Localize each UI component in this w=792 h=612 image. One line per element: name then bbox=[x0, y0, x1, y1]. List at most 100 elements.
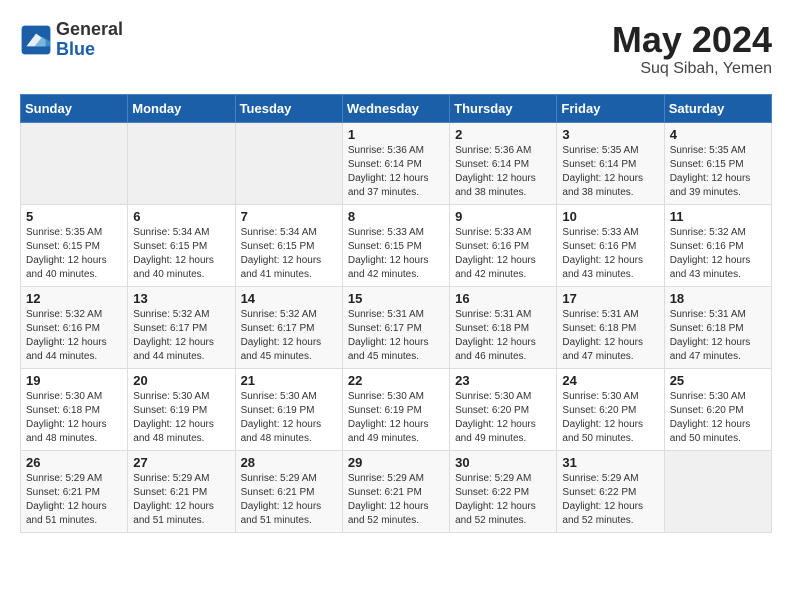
calendar-cell: 26Sunrise: 5:29 AMSunset: 6:21 PMDayligh… bbox=[21, 450, 128, 532]
day-number: 1 bbox=[348, 127, 444, 142]
calendar-cell: 11Sunrise: 5:32 AMSunset: 6:16 PMDayligh… bbox=[664, 204, 771, 286]
calendar-cell: 1 Sunrise: 5:36 AMSunset: 6:14 PMDaylight… bbox=[342, 122, 449, 204]
day-info: Sunrise: 5:35 AMSunset: 6:15 PMDaylight:… bbox=[26, 226, 122, 282]
day-number: 20 bbox=[133, 373, 229, 388]
calendar-cell: 13Sunrise: 5:32 AMSunset: 6:17 PMDayligh… bbox=[128, 286, 235, 368]
calendar-cell: 21Sunrise: 5:30 AMSunset: 6:19 PMDayligh… bbox=[235, 368, 342, 450]
calendar-cell: 28Sunrise: 5:29 AMSunset: 6:21 PMDayligh… bbox=[235, 450, 342, 532]
calendar-cell: 27 Sunrise: 5:29 AMSunset: 6:21 PMDayligh… bbox=[128, 450, 235, 532]
day-number: 9 bbox=[455, 209, 551, 224]
day-number: 31 bbox=[562, 455, 658, 470]
day-info: Sunrise: 5:32 AMSunset: 6:16 PMDaylight:… bbox=[670, 226, 766, 282]
calendar-cell bbox=[235, 122, 342, 204]
calendar-cell: 24 Sunrise: 5:30 AMSunset: 6:20 PMDayligh… bbox=[557, 368, 664, 450]
calendar-cell: 16 Sunrise: 5:31 AMSunset: 6:18 PMDayligh… bbox=[450, 286, 557, 368]
calendar-cell: 31 Sunrise: 5:29 AMSunset: 6:22 PMDayligh… bbox=[557, 450, 664, 532]
day-number: 27 bbox=[133, 455, 229, 470]
calendar-cell: 3Sunrise: 5:35 AMSunset: 6:14 PMDaylight… bbox=[557, 122, 664, 204]
day-number: 18 bbox=[670, 291, 766, 306]
day-number: 6 bbox=[133, 209, 229, 224]
day-number: 29 bbox=[348, 455, 444, 470]
calendar-cell: 25 Sunrise: 5:30 AMSunset: 6:20 PMDayligh… bbox=[664, 368, 771, 450]
calendar-cell: 14Sunrise: 5:32 AMSunset: 6:17 PMDayligh… bbox=[235, 286, 342, 368]
weekday-header-friday: Friday bbox=[557, 94, 664, 122]
day-info: Sunrise: 5:30 AMSunset: 6:20 PMDaylight:… bbox=[455, 390, 551, 446]
calendar-cell: 19Sunrise: 5:30 AMSunset: 6:18 PMDayligh… bbox=[21, 368, 128, 450]
day-info: Sunrise: 5:30 AMSunset: 6:19 PMDaylight:… bbox=[133, 390, 229, 446]
calendar-cell: 20 Sunrise: 5:30 AMSunset: 6:19 PMDayligh… bbox=[128, 368, 235, 450]
calendar-cell: 4 Sunrise: 5:35 AMSunset: 6:15 PMDaylight… bbox=[664, 122, 771, 204]
calendar-week-row: 5 Sunrise: 5:35 AMSunset: 6:15 PMDaylight… bbox=[21, 204, 772, 286]
day-info: Sunrise: 5:29 AMSunset: 6:21 PMDaylight:… bbox=[348, 472, 444, 528]
calendar-body: 1 Sunrise: 5:36 AMSunset: 6:14 PMDaylight… bbox=[21, 122, 772, 532]
day-info: Sunrise: 5:30 AMSunset: 6:20 PMDaylight:… bbox=[670, 390, 766, 446]
day-number: 3 bbox=[562, 127, 658, 142]
day-number: 28 bbox=[241, 455, 337, 470]
day-number: 25 bbox=[670, 373, 766, 388]
calendar-header: SundayMondayTuesdayWednesdayThursdayFrid… bbox=[21, 94, 772, 122]
calendar-cell: 15 Sunrise: 5:31 AMSunset: 6:17 PMDayligh… bbox=[342, 286, 449, 368]
day-info: Sunrise: 5:30 AMSunset: 6:19 PMDaylight:… bbox=[241, 390, 337, 446]
day-info: Sunrise: 5:33 AMSunset: 6:16 PMDaylight:… bbox=[562, 226, 658, 282]
day-info: Sunrise: 5:30 AMSunset: 6:18 PMDaylight:… bbox=[26, 390, 122, 446]
logo-icon bbox=[20, 24, 52, 56]
calendar-cell: 29 Sunrise: 5:29 AMSunset: 6:21 PMDayligh… bbox=[342, 450, 449, 532]
day-number: 12 bbox=[26, 291, 122, 306]
calendar-cell: 10 Sunrise: 5:33 AMSunset: 6:16 PMDayligh… bbox=[557, 204, 664, 286]
day-number: 10 bbox=[562, 209, 658, 224]
title-block: May 2024 Suq Sibah, Yemen bbox=[612, 20, 772, 78]
page-header: General Blue May 2024 Suq Sibah, Yemen bbox=[20, 20, 772, 78]
calendar-week-row: 26 Sunrise: 5:29 AMSunset: 6:21 PMDayligh… bbox=[21, 450, 772, 532]
day-number: 26 bbox=[26, 455, 122, 470]
calendar-cell bbox=[128, 122, 235, 204]
weekday-header-wednesday: Wednesday bbox=[342, 94, 449, 122]
calendar-cell: 8Sunrise: 5:33 AMSunset: 6:15 PMDaylight… bbox=[342, 204, 449, 286]
calendar-cell: 5 Sunrise: 5:35 AMSunset: 6:15 PMDaylight… bbox=[21, 204, 128, 286]
day-info: Sunrise: 5:32 AMSunset: 6:16 PMDaylight:… bbox=[26, 308, 122, 364]
day-info: Sunrise: 5:30 AMSunset: 6:20 PMDaylight:… bbox=[562, 390, 658, 446]
calendar-cell bbox=[664, 450, 771, 532]
day-info: Sunrise: 5:31 AMSunset: 6:17 PMDaylight:… bbox=[348, 308, 444, 364]
day-info: Sunrise: 5:29 AMSunset: 6:22 PMDaylight:… bbox=[562, 472, 658, 528]
calendar-cell: 23 Sunrise: 5:30 AMSunset: 6:20 PMDayligh… bbox=[450, 368, 557, 450]
calendar-cell: 9Sunrise: 5:33 AMSunset: 6:16 PMDaylight… bbox=[450, 204, 557, 286]
day-info: Sunrise: 5:32 AMSunset: 6:17 PMDaylight:… bbox=[241, 308, 337, 364]
calendar-table: SundayMondayTuesdayWednesdayThursdayFrid… bbox=[20, 94, 772, 533]
calendar-cell: 6 Sunrise: 5:34 AMSunset: 6:15 PMDaylight… bbox=[128, 204, 235, 286]
calendar-title: May 2024 bbox=[612, 20, 772, 60]
logo-general-text: General bbox=[56, 20, 123, 40]
calendar-cell: 18Sunrise: 5:31 AMSunset: 6:18 PMDayligh… bbox=[664, 286, 771, 368]
day-number: 16 bbox=[455, 291, 551, 306]
logo: General Blue bbox=[20, 20, 123, 60]
calendar-cell: 22 Sunrise: 5:30 AMSunset: 6:19 PMDayligh… bbox=[342, 368, 449, 450]
calendar-week-row: 12 Sunrise: 5:32 AMSunset: 6:16 PMDayligh… bbox=[21, 286, 772, 368]
day-number: 24 bbox=[562, 373, 658, 388]
logo-blue-text: Blue bbox=[56, 40, 123, 60]
day-info: Sunrise: 5:36 AMSunset: 6:14 PMDaylight:… bbox=[348, 144, 444, 200]
day-number: 5 bbox=[26, 209, 122, 224]
weekday-header-thursday: Thursday bbox=[450, 94, 557, 122]
day-number: 7 bbox=[241, 209, 337, 224]
day-number: 22 bbox=[348, 373, 444, 388]
day-info: Sunrise: 5:31 AMSunset: 6:18 PMDaylight:… bbox=[562, 308, 658, 364]
calendar-subtitle: Suq Sibah, Yemen bbox=[612, 60, 772, 78]
day-info: Sunrise: 5:35 AMSunset: 6:15 PMDaylight:… bbox=[670, 144, 766, 200]
day-info: Sunrise: 5:29 AMSunset: 6:21 PMDaylight:… bbox=[133, 472, 229, 528]
weekday-header-sunday: Sunday bbox=[21, 94, 128, 122]
day-info: Sunrise: 5:33 AMSunset: 6:15 PMDaylight:… bbox=[348, 226, 444, 282]
day-info: Sunrise: 5:31 AMSunset: 6:18 PMDaylight:… bbox=[455, 308, 551, 364]
calendar-week-row: 1 Sunrise: 5:36 AMSunset: 6:14 PMDaylight… bbox=[21, 122, 772, 204]
day-number: 2 bbox=[455, 127, 551, 142]
day-info: Sunrise: 5:34 AMSunset: 6:15 PMDaylight:… bbox=[241, 226, 337, 282]
day-number: 4 bbox=[670, 127, 766, 142]
day-number: 17 bbox=[562, 291, 658, 306]
logo-text: General Blue bbox=[56, 20, 123, 60]
day-number: 15 bbox=[348, 291, 444, 306]
weekday-header-monday: Monday bbox=[128, 94, 235, 122]
day-info: Sunrise: 5:34 AMSunset: 6:15 PMDaylight:… bbox=[133, 226, 229, 282]
day-number: 23 bbox=[455, 373, 551, 388]
day-info: Sunrise: 5:30 AMSunset: 6:19 PMDaylight:… bbox=[348, 390, 444, 446]
day-info: Sunrise: 5:32 AMSunset: 6:17 PMDaylight:… bbox=[133, 308, 229, 364]
day-info: Sunrise: 5:36 AMSunset: 6:14 PMDaylight:… bbox=[455, 144, 551, 200]
weekday-header-saturday: Saturday bbox=[664, 94, 771, 122]
